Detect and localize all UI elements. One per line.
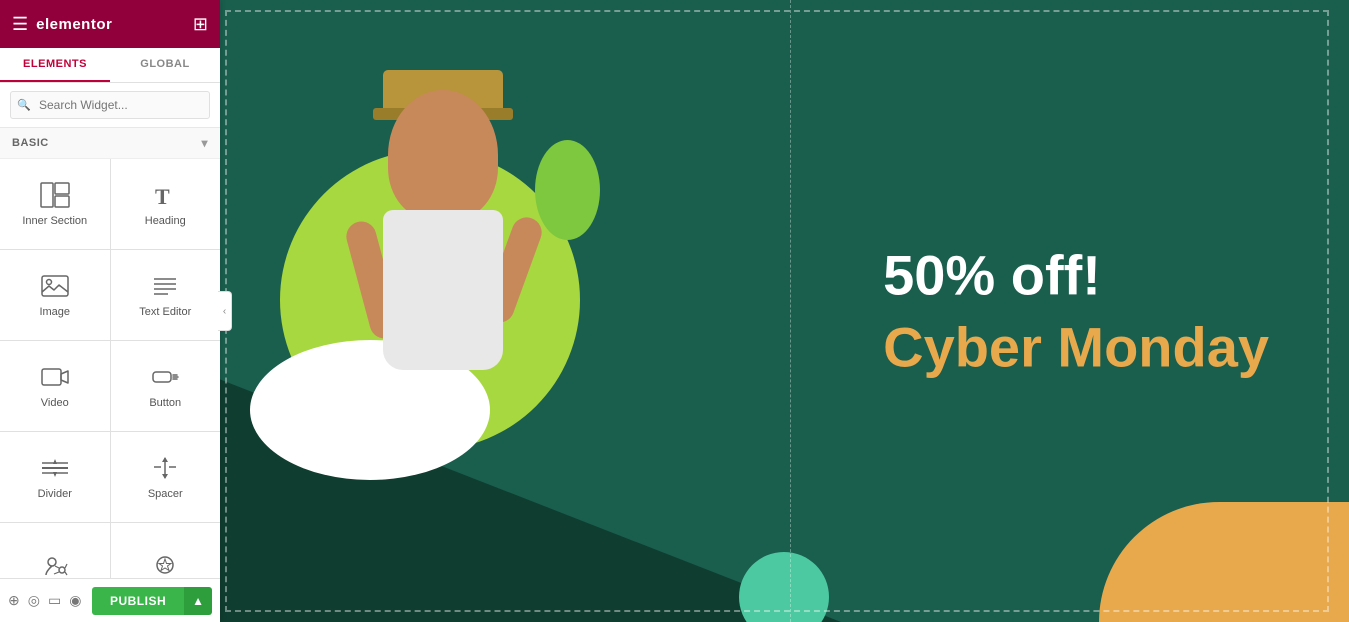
dotted-vertical-line	[790, 0, 791, 622]
main-canvas: 50% off! Cyber Monday	[220, 0, 1349, 622]
collapse-handle[interactable]: ‹	[218, 291, 232, 331]
widget-button-label: Button	[149, 397, 181, 409]
widget-social[interactable]	[111, 523, 221, 578]
bottom-bar: ⊕ ◎ ▭ ◉ PUBLISH ▲	[0, 578, 220, 622]
top-bar: ☰ elementor ⊞	[0, 0, 220, 48]
tab-elements[interactable]: ELEMENTS	[0, 48, 110, 82]
widget-video-label: Video	[41, 397, 69, 409]
heading-icon: T	[150, 181, 180, 209]
responsive-icon[interactable]: ▭	[48, 592, 61, 609]
spacer-icon	[150, 454, 180, 482]
elementor-logo: elementor	[36, 16, 112, 33]
left-panel: ☰ elementor ⊞ ELEMENTS GLOBAL BASIC ▾ In…	[0, 0, 220, 622]
section-basic[interactable]: BASIC ▾	[0, 128, 220, 159]
layers-icon[interactable]: ⊕	[8, 592, 20, 609]
grid-icon[interactable]: ⊞	[193, 14, 208, 35]
text-editor-icon	[150, 272, 180, 300]
canvas-text-area: 50% off! Cyber Monday	[883, 244, 1269, 377]
widget-inner-section-label: Inner Section	[22, 215, 87, 227]
widget-divider[interactable]: Divider	[0, 432, 110, 522]
bottom-icons: ⊕ ◎ ▭ ◉	[8, 592, 81, 609]
teal-blob-shape	[739, 552, 829, 622]
person-silhouette	[313, 50, 573, 510]
sale-text: 50% off!	[883, 244, 1269, 306]
person-head	[388, 90, 498, 220]
star-icon	[150, 551, 180, 578]
search-input[interactable]	[10, 91, 210, 119]
style-icon[interactable]: ◎	[28, 592, 40, 609]
tab-global[interactable]: GLOBAL	[110, 48, 220, 82]
widget-divider-label: Divider	[38, 488, 72, 500]
publish-button[interactable]: PUBLISH	[92, 587, 184, 615]
person-body	[343, 90, 543, 510]
widget-spacer[interactable]: Spacer	[111, 432, 221, 522]
widget-inner-section[interactable]: Inner Section	[0, 159, 110, 249]
widget-video[interactable]: Video	[0, 341, 110, 431]
hamburger-icon[interactable]: ☰	[12, 14, 28, 35]
circle-image-area	[270, 20, 590, 580]
widget-spacer-label: Spacer	[148, 488, 183, 500]
map-icon	[40, 551, 70, 578]
publish-dropdown-button[interactable]: ▲	[184, 587, 212, 615]
chevron-down-icon: ▾	[201, 136, 208, 150]
divider-icon	[40, 454, 70, 482]
tabs-bar: ELEMENTS GLOBAL	[0, 48, 220, 83]
widget-text-editor[interactable]: Text Editor	[111, 250, 221, 340]
svg-text:T: T	[155, 184, 170, 209]
orange-corner-shape	[1099, 502, 1349, 622]
inner-section-icon	[40, 181, 70, 209]
image-icon	[40, 272, 70, 300]
widget-heading[interactable]: T Heading	[111, 159, 221, 249]
canvas-background: 50% off! Cyber Monday	[220, 0, 1349, 622]
widget-text-editor-label: Text Editor	[139, 306, 191, 318]
widget-image-label: Image	[39, 306, 70, 318]
publish-btn-group: PUBLISH ▲	[92, 587, 212, 615]
search-bar	[0, 83, 220, 128]
widget-grid: Inner Section T Heading Image	[0, 159, 220, 578]
eye-icon[interactable]: ◉	[69, 592, 81, 609]
section-basic-label: BASIC	[12, 137, 49, 149]
widget-heading-label: Heading	[145, 215, 186, 227]
video-icon	[40, 363, 70, 391]
cyber-monday-text: Cyber Monday	[883, 316, 1269, 378]
widget-button[interactable]: Button	[111, 341, 221, 431]
person-torso	[383, 210, 503, 370]
widget-maps[interactable]	[0, 523, 110, 578]
widget-image[interactable]: Image	[0, 250, 110, 340]
button-icon	[150, 363, 180, 391]
